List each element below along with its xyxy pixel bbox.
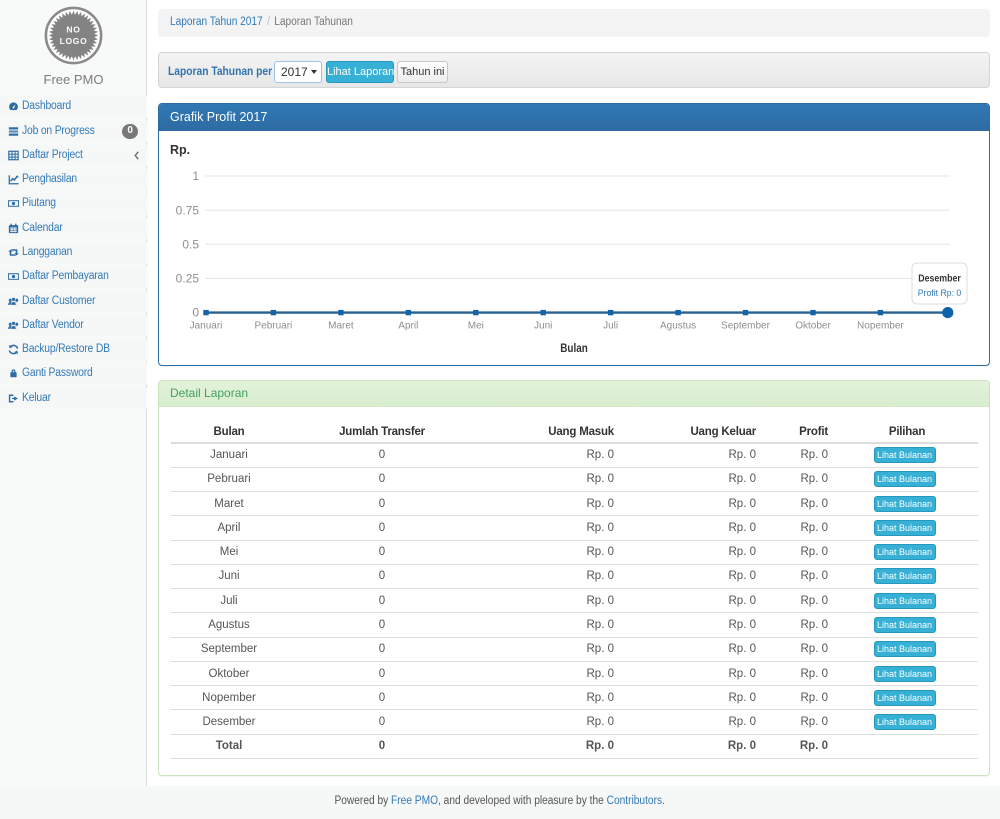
svg-text:LOGO: LOGO <box>60 36 88 46</box>
svg-text:Oktober: Oktober <box>795 321 831 332</box>
svg-text:Profit Rp: 0: Profit Rp: 0 <box>918 288 962 299</box>
svg-text:Nopember: Nopember <box>857 321 904 332</box>
svg-text:September: September <box>721 321 771 332</box>
svg-text:NO: NO <box>66 25 80 35</box>
svg-text:0.5: 0.5 <box>182 237 199 251</box>
svg-text:Agustus: Agustus <box>660 321 696 332</box>
svg-text:Juni: Juni <box>534 321 552 332</box>
svg-text:Desember: Desember <box>918 274 961 285</box>
svg-text:Maret: Maret <box>328 321 354 332</box>
svg-text:1: 1 <box>192 169 199 183</box>
svg-text:0.75: 0.75 <box>176 203 200 217</box>
svg-text:Mei: Mei <box>468 321 484 332</box>
svg-text:Januari: Januari <box>190 321 223 332</box>
svg-text:Juli: Juli <box>603 321 618 332</box>
svg-text:0.25: 0.25 <box>176 272 200 286</box>
svg-text:Bulan: Bulan <box>560 341 588 355</box>
svg-text:Rp.: Rp. <box>170 143 190 157</box>
svg-text:Pebruari: Pebruari <box>254 321 292 332</box>
svg-text:April: April <box>398 321 418 332</box>
svg-text:0: 0 <box>192 306 199 320</box>
